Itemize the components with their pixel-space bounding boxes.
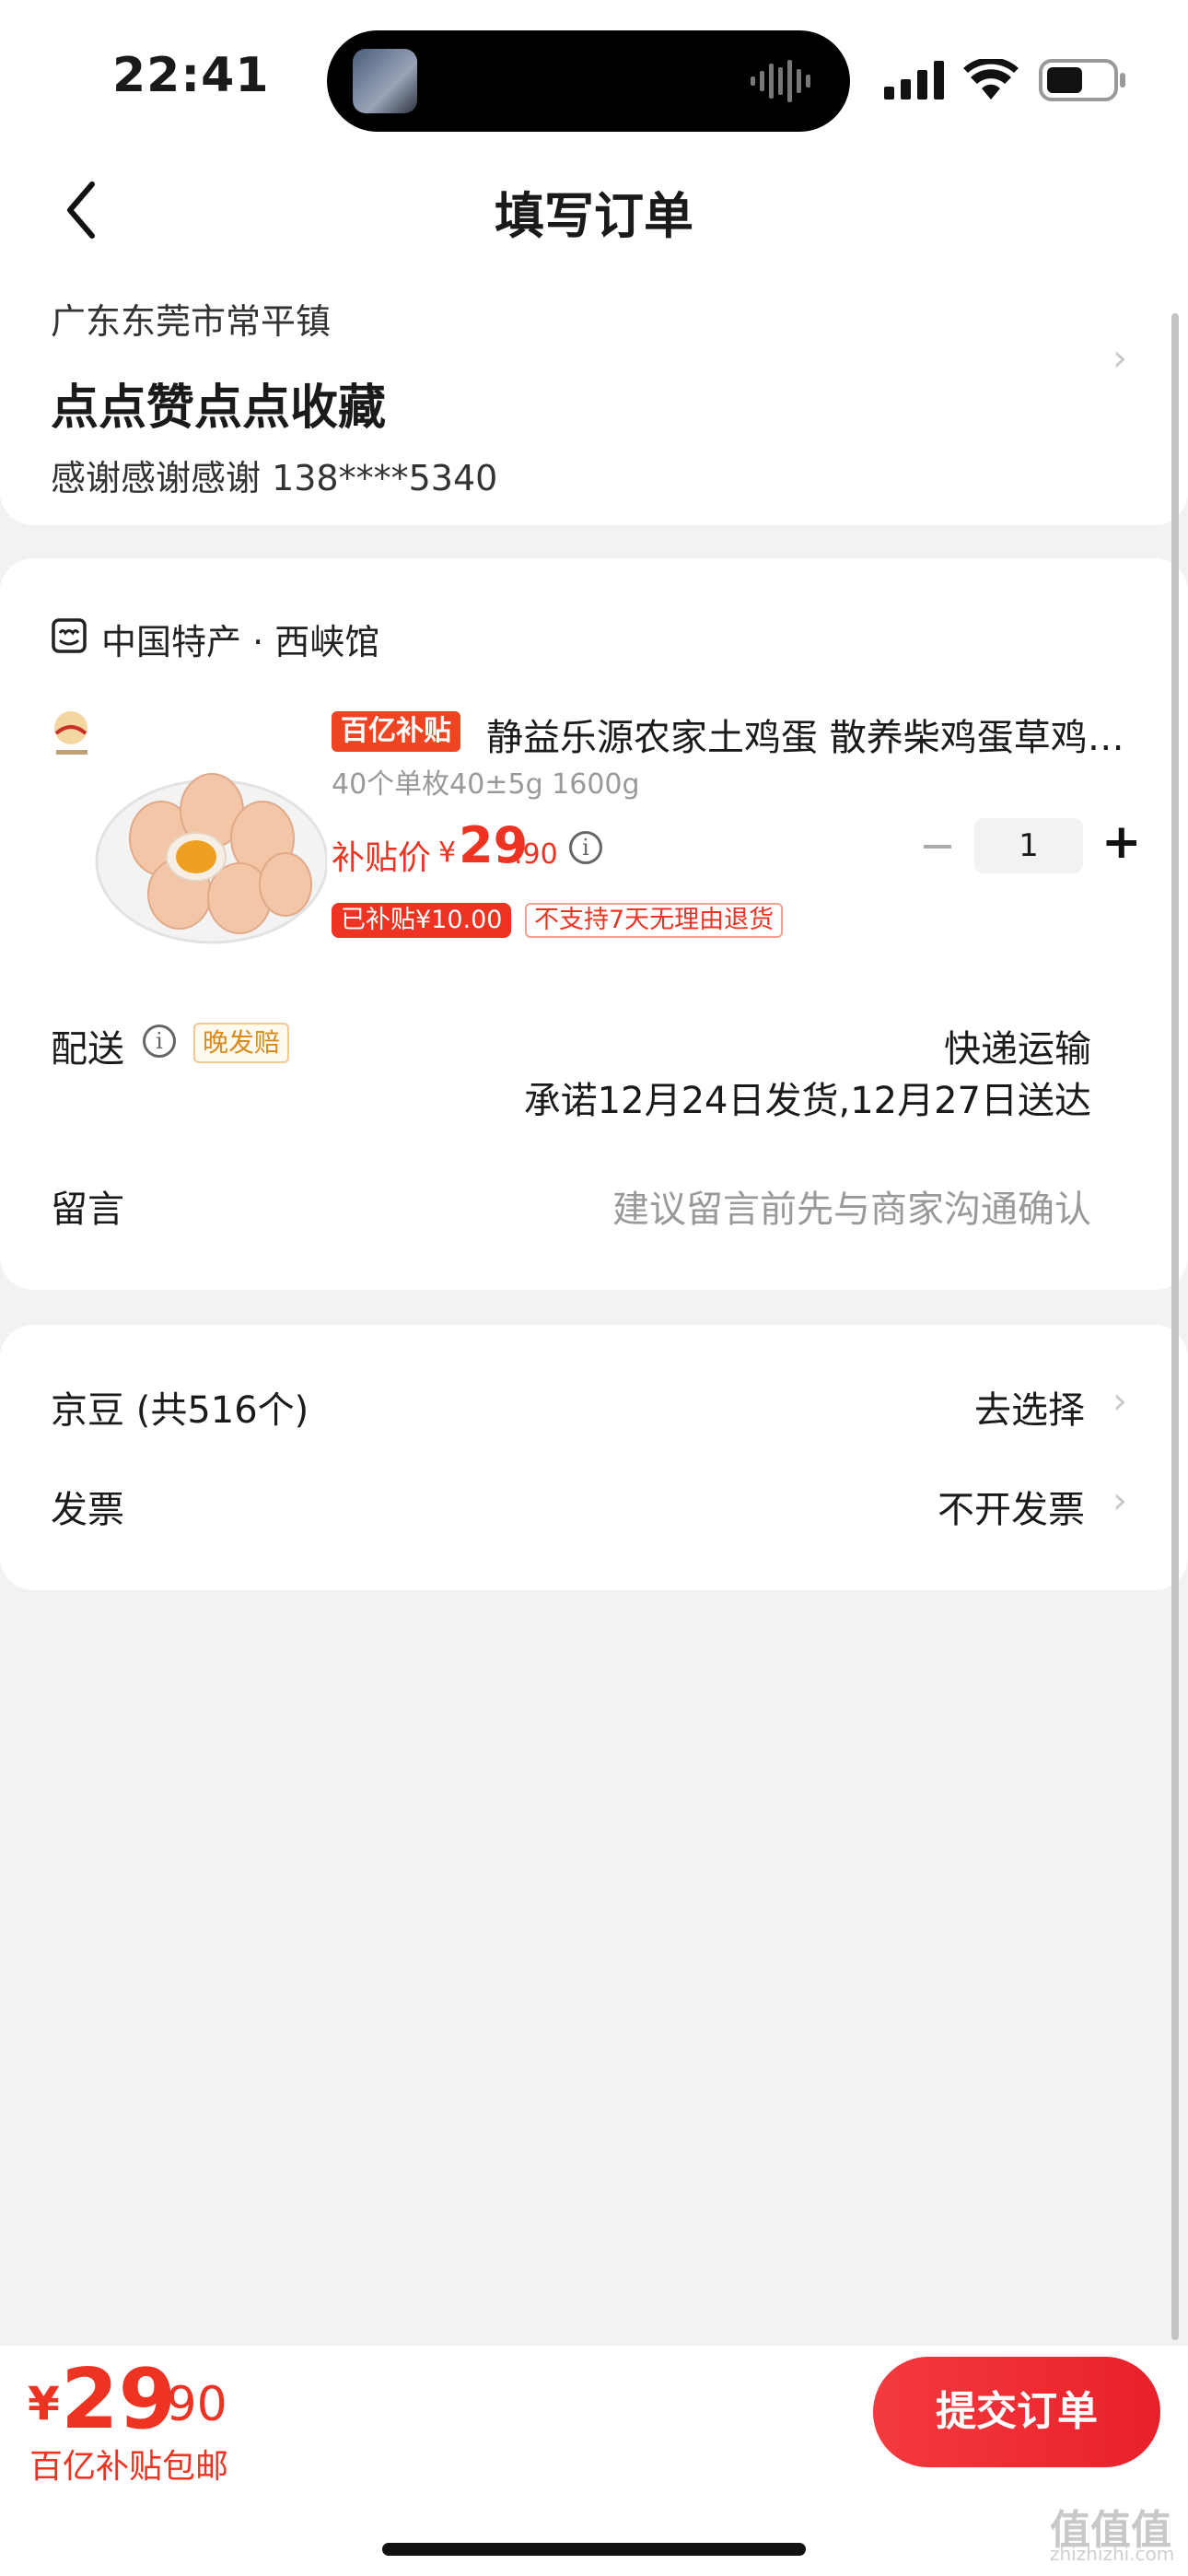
submit-order-button[interactable]: 提交订单: [873, 2357, 1160, 2467]
audio-wave-icon: [751, 60, 810, 102]
address-detail: 点点赞点点收藏: [51, 381, 387, 436]
address-region: 广东东莞市常平镇: [51, 301, 332, 342]
status-time: 22:41: [112, 48, 270, 103]
price-label: 补贴价: [332, 839, 432, 877]
home-indicator[interactable]: [382, 2543, 806, 2556]
quantity-decrease-button[interactable]: −: [919, 820, 956, 872]
watermark-url: zhizhizhi.com: [1050, 2543, 1175, 2565]
invoice-chevron-right-icon: ›: [1112, 1480, 1127, 1522]
extras-card: [0, 1325, 1188, 1590]
total-currency: ¥: [28, 2377, 60, 2430]
address-chevron-right-icon: ›: [1112, 337, 1127, 380]
scrollbar[interactable]: [1171, 313, 1179, 2340]
now-playing-thumbnail: [353, 49, 417, 113]
invoice-select-button[interactable]: 不开发票: [938, 1480, 1085, 1533]
battery-icon: [1039, 59, 1125, 101]
subsidy-tag: 已补贴¥10.00: [332, 903, 512, 938]
address-contact: 感谢感谢感谢 138****5340: [51, 458, 498, 498]
total-decimal: .90: [151, 2377, 227, 2432]
cellular-signal-icon: [884, 61, 944, 100]
jingdou-chevron-right-icon: ›: [1112, 1380, 1127, 1423]
shop-icon: [52, 618, 87, 653]
price-info-icon[interactable]: i: [569, 831, 602, 864]
quantity-input[interactable]: 1: [974, 818, 1083, 873]
quantity-increase-button[interactable]: +: [1101, 814, 1142, 870]
total-note: 百亿补贴包邮: [29, 2448, 229, 2486]
price-currency: ¥: [438, 837, 457, 869]
dynamic-island[interactable]: [327, 30, 850, 132]
message-input[interactable]: 建议留言前先与商家沟通确认: [612, 1179, 1091, 1233]
jingdou-select-button[interactable]: 去选择: [974, 1380, 1085, 1434]
jingdou-label: 京豆 (共516个): [51, 1389, 309, 1432]
billion-subsidy-badge: 百亿补贴: [332, 711, 460, 752]
invoice-label: 发票: [51, 1489, 124, 1531]
message-label: 留言: [51, 1188, 124, 1231]
wifi-icon: [963, 59, 1019, 100]
shop-name[interactable]: 中国特产 · 西峡馆: [101, 614, 379, 664]
product-image[interactable]: [51, 700, 327, 949]
product-title[interactable]: 静益乐源农家土鸡蛋 散养柴鸡蛋草鸡…: [486, 708, 1131, 761]
price-decimal: .90: [514, 838, 558, 871]
product-spec: 40个单枚40±5g 1600g: [332, 768, 640, 801]
late-shipping-compensation-tag: 晚发赔: [193, 1023, 290, 1063]
delivery-info-icon[interactable]: i: [143, 1025, 176, 1058]
shipping-promise: 承诺12月24日发货,12月27日送达: [523, 1080, 1091, 1122]
shipping-method[interactable]: 快递运输: [944, 1019, 1091, 1072]
page-title: 填写订单: [495, 187, 693, 245]
delivery-label: 配送: [51, 1028, 124, 1071]
no-return-tag: 不支持7天无理由退货: [525, 903, 784, 938]
